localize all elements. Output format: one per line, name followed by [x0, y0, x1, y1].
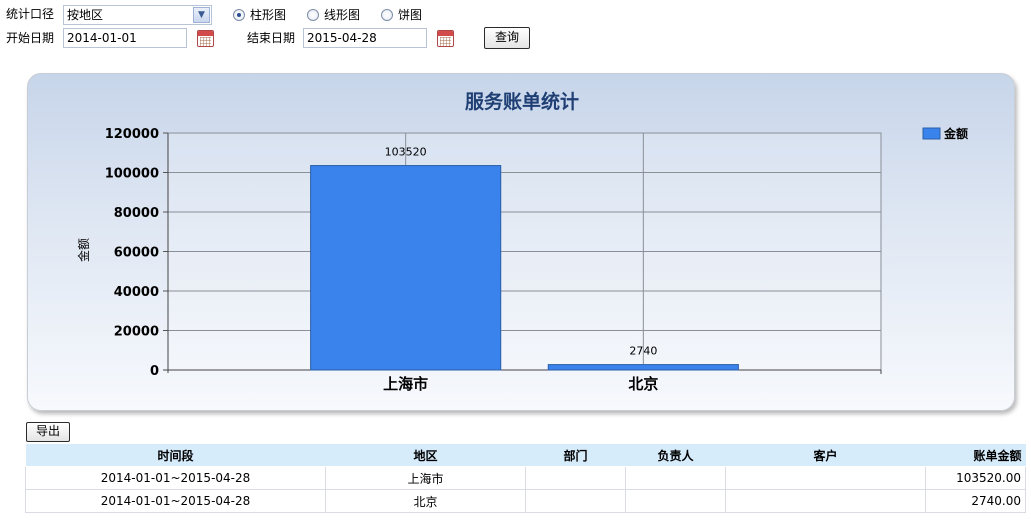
start-date-label: 开始日期 [6, 31, 55, 45]
table-header-row: 时间段 地区 部门 负责人 客户 账单金额 [25, 444, 1026, 467]
cell-department [525, 466, 626, 490]
table-row[interactable]: 2014-01-01~2015-04-28 上海市 103520.00 [25, 466, 1026, 490]
scope-select-value: 按地区 [67, 8, 104, 22]
cell-amount: 2740.00 [925, 489, 1026, 513]
y-tick-label: 100000 [105, 167, 159, 182]
cell-period: 2014-01-01~2015-04-28 [25, 489, 326, 513]
start-date-input[interactable]: 2014-01-01 [63, 28, 187, 48]
end-calendar-icon[interactable] [437, 30, 454, 47]
col-header-owner[interactable]: 负责人 [625, 444, 726, 467]
radio-pie-chart-indicator[interactable] [381, 9, 393, 21]
col-header-department[interactable]: 部门 [525, 444, 626, 467]
cell-owner [625, 489, 726, 513]
radio-pie-chart[interactable]: 饼图 [381, 7, 422, 23]
radio-line-chart-label: 线形图 [324, 8, 361, 22]
col-header-amount[interactable]: 账单金额 [925, 444, 1026, 467]
col-header-period[interactable]: 时间段 [25, 444, 326, 467]
chevron-down-icon[interactable]: ▼ [193, 7, 210, 23]
radio-bar-chart-label: 柱形图 [250, 8, 287, 22]
start-calendar-icon[interactable] [197, 30, 214, 47]
table-row[interactable]: 2014-01-01~2015-04-28 北京 2740.00 [25, 489, 1026, 513]
export-button[interactable]: 导出 [26, 422, 70, 442]
y-tick-label: 120000 [105, 127, 159, 142]
bar-chart: 服务账单统计 0 20000 40000 60000 80000 100000 120000… [76, 90, 968, 393]
radio-bar-chart[interactable]: 柱形图 [233, 7, 286, 23]
result-table: 时间段 地区 部门 负责人 客户 账单金额 2014-01-01~2015-04… [25, 444, 1026, 513]
legend-swatch [922, 127, 941, 140]
bar [547, 364, 739, 371]
y-axis-title: 金额 [76, 238, 91, 262]
y-tick-label: 60000 [114, 246, 159, 261]
col-header-customer[interactable]: 客户 [725, 444, 926, 467]
query-button[interactable]: 查询 [484, 27, 530, 49]
radio-line-chart-indicator[interactable] [307, 9, 319, 21]
cell-period: 2014-01-01~2015-04-28 [25, 466, 326, 490]
end-date-input[interactable]: 2015-04-28 [303, 28, 427, 48]
chart-title: 服务账单统计 [465, 90, 579, 113]
x-tick-label: 上海市 [383, 375, 428, 393]
cell-customer [725, 466, 926, 490]
cell-owner [625, 466, 726, 490]
legend-label: 金额 [943, 126, 968, 141]
data-label: 2740 [629, 345, 657, 358]
scope-label: 统计口径 [6, 7, 55, 21]
radio-line-chart[interactable]: 线形图 [307, 7, 360, 23]
end-date-label: 结束日期 [247, 31, 296, 45]
y-tick-label: 20000 [114, 325, 159, 340]
cell-amount: 103520.00 [925, 466, 1026, 490]
radio-pie-chart-label: 饼图 [398, 8, 423, 22]
x-tick-label: 北京 [628, 375, 658, 393]
chart-legend: 金额 [922, 126, 968, 141]
col-header-region[interactable]: 地区 [325, 444, 526, 467]
cell-department [525, 489, 626, 513]
y-tick-label: 0 [150, 364, 159, 379]
scope-select[interactable]: 按地区 ▼ [63, 5, 212, 25]
cell-region: 北京 [325, 489, 526, 513]
cell-region: 上海市 [325, 466, 526, 490]
chart-panel: 服务账单统计 0 20000 40000 60000 80000 100000 120000… [27, 73, 1015, 411]
cell-customer [725, 489, 926, 513]
y-tick-label: 40000 [114, 285, 159, 300]
data-label: 103520 [385, 146, 427, 159]
y-tick-label: 80000 [114, 206, 159, 221]
radio-bar-chart-indicator[interactable] [233, 9, 245, 21]
bar [310, 165, 502, 371]
